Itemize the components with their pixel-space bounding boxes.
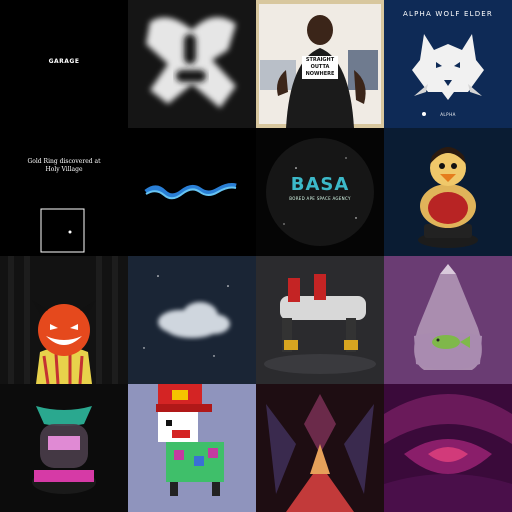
basa-title: BASA bbox=[290, 174, 350, 195]
tile-fractal-purple[interactable] bbox=[384, 384, 512, 512]
wolf-title: ALPHA WOLF ELDER bbox=[403, 10, 493, 18]
fish-bag-image bbox=[414, 264, 482, 370]
wolf-footer: ALPHA bbox=[440, 112, 456, 117]
tile-white-glyph[interactable] bbox=[128, 0, 256, 128]
nft-gallery-grid: GARAGE STRAIGHT OUTTA NOWHERE ALPHA WOLF… bbox=[0, 0, 512, 512]
tile-pumpkin-character[interactable] bbox=[0, 256, 128, 384]
garage-label: GARAGE bbox=[48, 58, 80, 65]
tile-pixel-character[interactable] bbox=[128, 384, 256, 512]
tile-cloud-space[interactable] bbox=[128, 256, 256, 384]
tile-duck-figurine[interactable] bbox=[384, 128, 512, 256]
tile-blue-ribbon[interactable] bbox=[128, 128, 256, 256]
pod-capsule-image bbox=[32, 406, 96, 494]
tile-fish-bag[interactable] bbox=[384, 256, 512, 384]
tile-gold-ring[interactable]: Gold Ring discovered at Holy Village bbox=[0, 128, 128, 256]
tile-fractal-red[interactable] bbox=[256, 384, 384, 512]
white-glyph-image bbox=[146, 17, 236, 109]
tile-alpha-wolf-elder[interactable]: ALPHA WOLF ELDER ALPHA bbox=[384, 0, 512, 128]
basa-subtitle: BORED APE SPACE AGENCY bbox=[289, 196, 351, 201]
tile-pod-capsule[interactable] bbox=[0, 384, 128, 512]
fractal-red-image bbox=[266, 394, 374, 512]
blue-ribbon-image bbox=[144, 183, 237, 200]
pixel-character-image bbox=[156, 384, 224, 496]
tile-mech-robot[interactable] bbox=[256, 256, 384, 384]
gold-ring-frame bbox=[40, 208, 85, 253]
fractal-purple-image bbox=[384, 394, 512, 512]
shirt-text: STRAIGHT OUTTA NOWHERE bbox=[302, 56, 338, 79]
tile-garage[interactable]: GARAGE bbox=[0, 0, 128, 128]
tile-basa[interactable]: BASA BORED APE SPACE AGENCY bbox=[256, 128, 384, 256]
tile-meme-photo[interactable]: STRAIGHT OUTTA NOWHERE bbox=[256, 0, 384, 128]
wolf-image bbox=[412, 34, 484, 116]
duck-figurine-image bbox=[418, 147, 478, 248]
cloud-space-image bbox=[143, 275, 230, 357]
pumpkin-character-image bbox=[8, 256, 118, 384]
mech-robot-image bbox=[264, 274, 376, 374]
